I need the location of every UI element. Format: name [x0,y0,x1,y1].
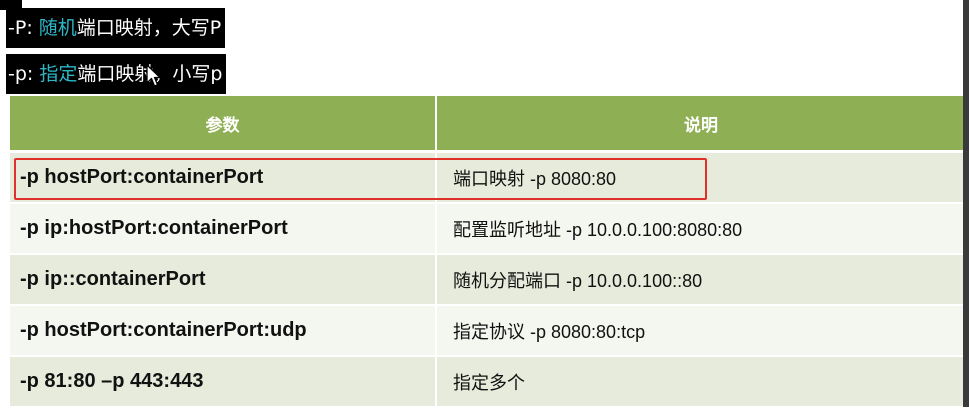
table-row: -p ip::containerPort 随机分配端口 -p 10.0.0.10… [10,254,965,306]
table-row: -p ip:hostPort:containerPort 配置监听地址 -p 1… [10,203,965,255]
table-row: -p hostPort:containerPort:udp 指定协议 -p 80… [10,305,965,357]
note-prefix: -P: [8,17,39,39]
highlight-annotation-box [14,158,707,200]
param-cell: -p ip::containerPort [10,254,437,306]
description-cell: 配置监听地址 -p 10.0.0.100:8080:80 [436,203,965,255]
note-highlight: 指定 [39,63,78,85]
note-highlight: 随机 [38,17,77,39]
description-cell: 指定多个 [436,356,965,408]
table-header-row: 参数 说明 [10,96,965,153]
port-mapping-table: 参数 说明 -p hostPort:containerPort 端口映射 -p … [10,96,965,408]
param-cell: -p ip:hostPort:containerPort [10,203,437,255]
note-specified-port: -p: 指定端口映射，小写p [6,54,227,94]
param-cell: -p hostPort:containerPort:udp [10,305,437,357]
table-row: -p 81:80 –p 443:443 指定多个 [10,356,965,408]
header-param: 参数 [10,96,436,153]
right-edge-bar [963,0,969,407]
header-description: 说明 [435,96,965,153]
description-cell: 随机分配端口 -p 10.0.0.100::80 [436,254,965,306]
note-random-port: -P: 随机端口映射，大写P [6,8,226,48]
param-cell: -p 81:80 –p 443:443 [10,356,437,408]
description-cell: 指定协议 -p 8080:80:tcp [436,305,965,357]
note-suffix: 端口映射，大写P [76,17,222,39]
note-prefix: -p: [8,63,40,85]
mouse-pointer-icon [146,64,161,87]
